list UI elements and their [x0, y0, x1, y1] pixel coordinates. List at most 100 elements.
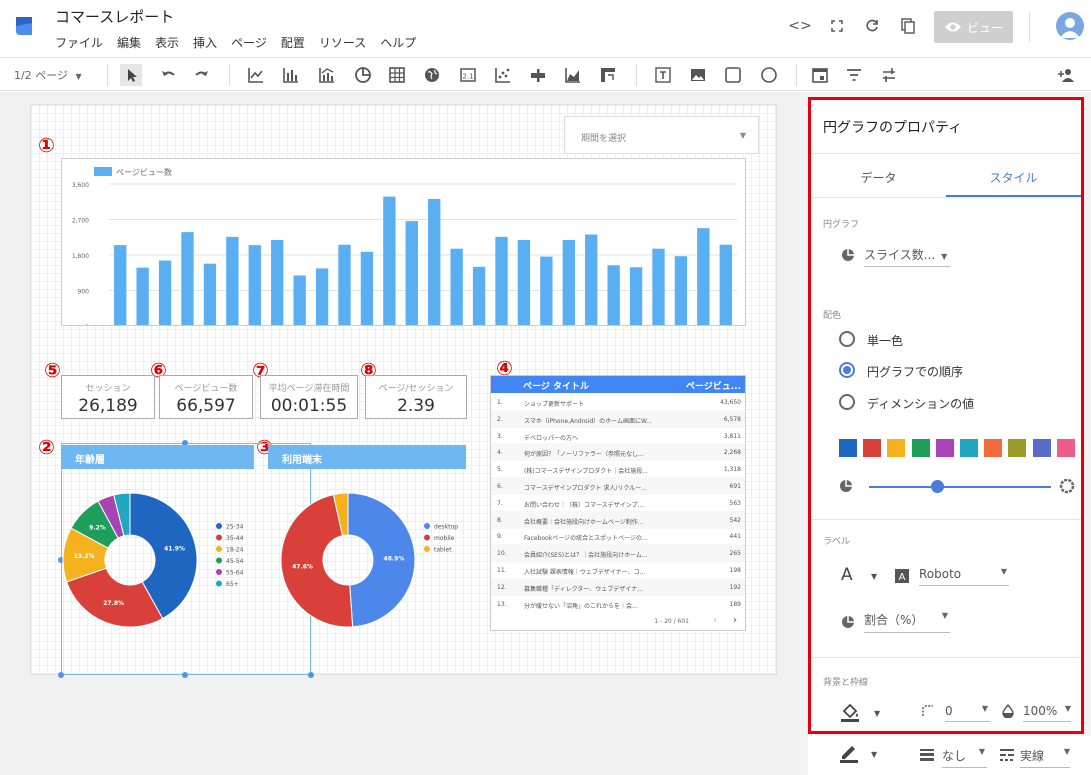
bar[interactable]: [338, 244, 351, 326]
table-row[interactable]: 13. 分が緩せない「沼角」のこれからを｜会... 189: [491, 595, 745, 613]
opacity-dropdown[interactable]: 100% ▼: [1023, 704, 1071, 722]
bar[interactable]: [517, 240, 531, 326]
resize-handle[interactable]: [308, 672, 314, 678]
bar[interactable]: [472, 266, 486, 326]
pivot-table-icon[interactable]: [597, 64, 619, 86]
menu-resource[interactable]: リソース: [319, 34, 366, 51]
fullscreen-icon[interactable]: [825, 14, 849, 38]
copy-icon[interactable]: [896, 14, 920, 38]
combo-chart-icon[interactable]: [316, 64, 338, 86]
refresh-icon[interactable]: [860, 14, 884, 38]
color-swatch[interactable]: [839, 439, 857, 457]
bar[interactable]: [271, 240, 284, 326]
redo-icon[interactable]: [191, 64, 213, 86]
device-pie-chart[interactable]: 48.9% 47.6% desktop mobile tablet: [270, 478, 470, 648]
bar[interactable]: [495, 236, 508, 326]
bar[interactable]: [562, 240, 575, 326]
border-radius-dropdown[interactable]: 0 ▼: [945, 704, 990, 722]
menu-help[interactable]: ヘルプ: [380, 34, 416, 51]
embed-code-icon[interactable]: <>: [788, 14, 812, 38]
bar[interactable]: [226, 236, 239, 326]
bar[interactable]: [158, 260, 172, 326]
font-color-button[interactable]: A: [841, 565, 853, 585]
page-selector[interactable]: 1/2 ページ ▼: [14, 67, 82, 83]
menu-arrange[interactable]: 配置: [281, 34, 305, 51]
color-swatch[interactable]: [863, 439, 882, 457]
column-header-pageviews[interactable]: ページビュ...: [686, 379, 741, 392]
scorecard-sessions[interactable]: セッション 26,189: [61, 375, 155, 419]
bar[interactable]: [405, 221, 418, 326]
geo-map-icon[interactable]: [421, 64, 443, 86]
report-title[interactable]: コマースレポート: [55, 6, 174, 27]
fill-color-icon[interactable]: [839, 701, 861, 723]
bar[interactable]: [629, 267, 643, 326]
font-family-dropdown[interactable]: Roboto ▼: [919, 567, 1009, 586]
add-user-icon[interactable]: [1055, 64, 1077, 86]
bar[interactable]: [674, 256, 688, 326]
time-series-icon[interactable]: [245, 64, 267, 86]
table-row[interactable]: 7. お問い合わせ｜（株）コマースデザインプ... 563: [491, 494, 745, 512]
image-icon[interactable]: [687, 64, 709, 86]
bar[interactable]: [293, 275, 306, 326]
scorecard-icon[interactable]: 2.1: [457, 64, 479, 86]
color-swatch[interactable]: [887, 439, 906, 457]
menu-page[interactable]: ページ: [231, 34, 267, 51]
scatter-icon[interactable]: [492, 64, 514, 86]
bar[interactable]: [248, 245, 261, 326]
donut-slider-thumb[interactable]: [931, 480, 944, 493]
chevron-down-icon[interactable]: ▼: [874, 709, 880, 718]
rectangle-icon[interactable]: [722, 64, 744, 86]
filter-icon[interactable]: [843, 64, 865, 86]
pie-chart-icon[interactable]: [352, 64, 374, 86]
chevron-down-icon[interactable]: ▼: [871, 572, 877, 581]
resize-handle[interactable]: [182, 672, 188, 678]
label-type-dropdown[interactable]: 割合（%） ▼: [864, 611, 950, 633]
bar[interactable]: [203, 263, 217, 326]
bar[interactable]: [428, 198, 441, 326]
prev-page-icon[interactable]: ‹: [713, 615, 717, 626]
age-pie-chart[interactable]: 41.9% 27.8% 13.2% 9.2% 25-34 35-44 18-24 45-54 5…: [61, 478, 261, 648]
table-row[interactable]: 9. Facebookページの統合とスポットページの... 441: [491, 527, 745, 545]
menu-view[interactable]: 表示: [155, 34, 179, 51]
bar[interactable]: [383, 196, 396, 326]
color-swatch[interactable]: [984, 439, 1003, 457]
next-page-icon[interactable]: ›: [733, 615, 737, 626]
table-row[interactable]: 12. 募集職種「ディレクター、ウェブデザイナ... 192: [491, 577, 745, 596]
menu-edit[interactable]: 編集: [117, 34, 141, 51]
view-button[interactable]: ビュー: [934, 11, 1013, 43]
bar[interactable]: [450, 248, 463, 326]
table-row[interactable]: 11. 入社試験 課表情報｜ウェブデザイナー、コ... 198: [491, 561, 745, 579]
bar[interactable]: [360, 251, 374, 326]
tab-style[interactable]: スタイル: [946, 154, 1081, 197]
bar[interactable]: [136, 267, 149, 326]
radio-dimension-values[interactable]: [839, 394, 855, 410]
border-weight-dropdown[interactable]: なし ▼: [942, 747, 987, 768]
undo-icon[interactable]: [157, 64, 179, 86]
table-icon[interactable]: [386, 64, 408, 86]
radio-single-color[interactable]: [839, 331, 855, 347]
color-swatch[interactable]: [1032, 439, 1051, 457]
border-color-icon[interactable]: [838, 741, 860, 763]
table-row[interactable]: 1. ショップ更新サポート 43,650: [491, 393, 745, 411]
bar[interactable]: [585, 234, 598, 326]
resize-handle[interactable]: [58, 672, 64, 678]
radio-pie-order[interactable]: [839, 362, 855, 378]
scorecard-pageviews[interactable]: ページビュー数 66,597: [159, 375, 253, 419]
date-range-selector[interactable]: 期間を選択 ▼: [564, 116, 759, 154]
scorecard-pages-per-session[interactable]: ページ/セッション 2.39: [365, 375, 467, 419]
bar[interactable]: [652, 248, 665, 326]
date-range-icon[interactable]: [809, 64, 831, 86]
color-swatch[interactable]: [1008, 439, 1027, 457]
table-row[interactable]: 5. (株)コマースデザインプロダクト｜会社施段... 1,318: [491, 460, 745, 478]
pageviews-bar-chart[interactable]: ページビュー数09001,8002,7003,6002017/11/172017…: [61, 158, 746, 353]
bar[interactable]: [607, 265, 620, 326]
color-swatch[interactable]: [1056, 439, 1075, 457]
menu-file[interactable]: ファイル: [55, 34, 103, 51]
chevron-down-icon[interactable]: ▼: [871, 750, 877, 759]
pie-slice[interactable]: [347, 492, 416, 628]
table-row[interactable]: 10. 会員紹介(SES)とは？｜会社施段向けホーム... 265: [491, 544, 745, 563]
page-title-table[interactable]: ページ タイトル ページビュ... 1. ショップ更新サポート 43,650 2. スマ…: [490, 375, 746, 631]
menu-insert[interactable]: 挿入: [193, 34, 217, 51]
bar[interactable]: [315, 268, 329, 326]
data-control-icon[interactable]: [878, 64, 900, 86]
